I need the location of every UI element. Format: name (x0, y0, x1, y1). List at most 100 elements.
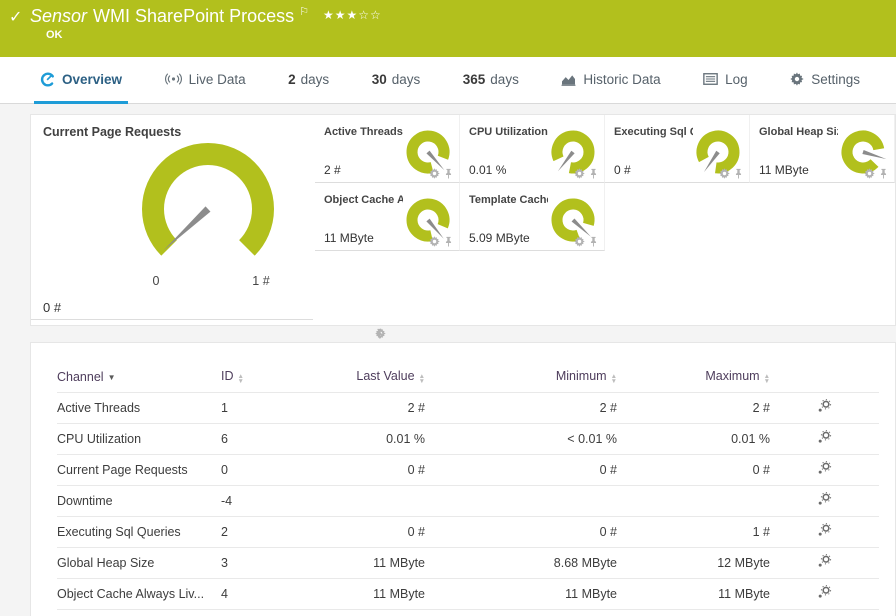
cell-id: 1 (221, 392, 311, 424)
pin-icon[interactable] (734, 168, 743, 179)
cell-channel: Object Cache Always Liv... (57, 578, 221, 610)
tab-number: 2 (288, 71, 296, 87)
gear-icon[interactable] (429, 236, 440, 247)
table-row: Current Page Requests 0 0 #0 #0 # (57, 454, 879, 486)
gauge-actions (864, 168, 888, 179)
gauge-icon (40, 71, 55, 87)
gauge-title: Global Heap Size (759, 126, 838, 138)
tab-30-days[interactable]: 30 days (366, 57, 427, 104)
page-title: WMI SharePoint Process (93, 6, 295, 26)
channel-table: Channel ▼ ID ▲ ▼ Last Value ▲ ▼ Minimum ▲ ▼ Maximum… (57, 363, 879, 616)
cell-actions (774, 547, 879, 579)
cell-actions (774, 578, 879, 610)
channel-settings-icon[interactable] (817, 461, 832, 476)
cell-last_value: 5.09 MByte (311, 609, 429, 616)
sort-icon: ▲ ▼ (610, 373, 617, 385)
cell-channel: CPU Utilization (57, 423, 221, 455)
gauge-actions (429, 236, 453, 247)
tab-overview[interactable]: Overview (34, 57, 129, 104)
cell-maximum (621, 485, 774, 517)
broadcast-icon (164, 73, 182, 85)
cell-last_value (311, 485, 429, 517)
priority-stars[interactable]: ★★★☆☆ (323, 8, 382, 22)
table-row: Downtime -4 (57, 485, 879, 517)
tab-number: 30 (371, 71, 387, 87)
column-header-maximum[interactable]: Maximum ▲ ▼ (621, 363, 774, 393)
tab-label: days (490, 71, 519, 87)
gear-icon[interactable] (574, 168, 585, 179)
channel-settings-icon[interactable] (817, 585, 832, 600)
cell-last_value: 11 MByte (311, 547, 429, 579)
table-header-row: Channel ▼ ID ▲ ▼ Last Value ▲ ▼ Minimum ▲ ▼ Maximum… (57, 363, 879, 393)
gear-icon[interactable] (719, 168, 730, 179)
column-header-id[interactable]: ID ▲ ▼ (221, 363, 311, 393)
tab-historic-data[interactable]: Historic Data (555, 57, 666, 104)
status-badge: OK (46, 29, 63, 41)
cell-minimum: < 0.01 % (429, 423, 621, 455)
gear-icon[interactable] (864, 168, 875, 179)
cell-maximum: 5.34 MByte (621, 609, 774, 616)
table-row: Executing Sql Queries 2 0 #0 #1 # (57, 516, 879, 548)
tab-365-days[interactable]: 365 days (457, 57, 525, 104)
gauge-title: Template Cache Size (469, 194, 548, 206)
channel-settings-icon[interactable] (817, 554, 832, 569)
tab-label: Overview (62, 71, 123, 87)
cell-minimum (429, 485, 621, 517)
column-header-actions (774, 363, 879, 393)
column-header-minimum[interactable]: Minimum ▲ ▼ (429, 363, 621, 393)
tab-label: days (300, 71, 330, 87)
chart-icon (561, 73, 576, 86)
cell-maximum: 1 # (621, 516, 774, 548)
sort-desc-icon: ▼ (107, 372, 116, 382)
gauge-value: 0 # (614, 163, 631, 177)
cell-actions (774, 485, 879, 517)
cell-actions (774, 423, 879, 455)
pin-icon[interactable] (444, 168, 453, 179)
check-icon: ✓ (9, 9, 23, 26)
pin-icon[interactable] (444, 236, 453, 247)
tab-label: days (391, 71, 421, 87)
gear-icon[interactable] (574, 236, 585, 247)
gauge-cell-active-threads: Active Threads 2 # (315, 115, 460, 183)
tab-2-days[interactable]: 2 days (282, 57, 335, 104)
gauge-actions (429, 168, 453, 179)
empty-gauge-cell (605, 183, 750, 251)
channel-settings-icon[interactable] (817, 492, 832, 507)
cell-id: 0 (221, 454, 311, 486)
gauges-panel: Current Page Requests 0 1 # 0 # Active T… (30, 114, 896, 339)
cell-minimum: 0 # (429, 516, 621, 548)
sort-icon: ▲ ▼ (237, 373, 244, 385)
gauge-cell-cpu-utilization: CPU Utilization 0.01 % (460, 115, 605, 183)
tab-label: Settings (811, 71, 860, 87)
channel-settings-icon[interactable] (817, 399, 832, 414)
gauge-value: 11 MByte (324, 231, 374, 245)
primary-gauge-cell: Current Page Requests 0 1 # 0 # (31, 115, 386, 339)
column-label: Last Value (356, 369, 415, 383)
cell-minimum: 0 # (429, 454, 621, 486)
column-header-last_value[interactable]: Last Value ▲ ▼ (311, 363, 429, 393)
gauge-value: 5.09 MByte (469, 231, 530, 245)
channel-settings-icon[interactable] (817, 523, 832, 538)
column-header-channel[interactable]: Channel ▼ (57, 363, 221, 393)
cell-maximum: 11 MByte (621, 578, 774, 610)
table-row: Active Threads 1 2 #2 #2 # (57, 392, 879, 424)
main-content: Current Page Requests 0 1 # 0 # Active T… (0, 114, 896, 616)
priority-flag-icon[interactable]: ⚐ (299, 6, 309, 18)
pin-icon[interactable] (589, 168, 598, 179)
tab-settings[interactable]: Settings (784, 57, 866, 104)
pin-icon[interactable] (879, 168, 888, 179)
column-label: ID (221, 369, 234, 383)
pin-icon[interactable] (589, 236, 598, 247)
channel-settings-icon[interactable] (817, 430, 832, 445)
sort-icon: ▲ ▼ (418, 373, 425, 385)
tab-log[interactable]: Log (697, 57, 754, 104)
tab-live-data[interactable]: Live Data (159, 57, 252, 104)
sensor-title: Sensor WMI SharePoint Process ⚐ ★★★☆☆ (30, 5, 382, 27)
cell-id: 2 (221, 516, 311, 548)
column-label: Channel (57, 369, 104, 384)
gauge-actions (574, 168, 598, 179)
gear-icon[interactable] (429, 168, 440, 179)
gauge-cell-object-cache-always-l: Object Cache Always L... 11 MByte (315, 183, 460, 251)
table-row: Template Cache Size55.09 MByte3.75 MByte… (57, 609, 879, 616)
gauge-scale-max: 1 # (252, 274, 269, 288)
